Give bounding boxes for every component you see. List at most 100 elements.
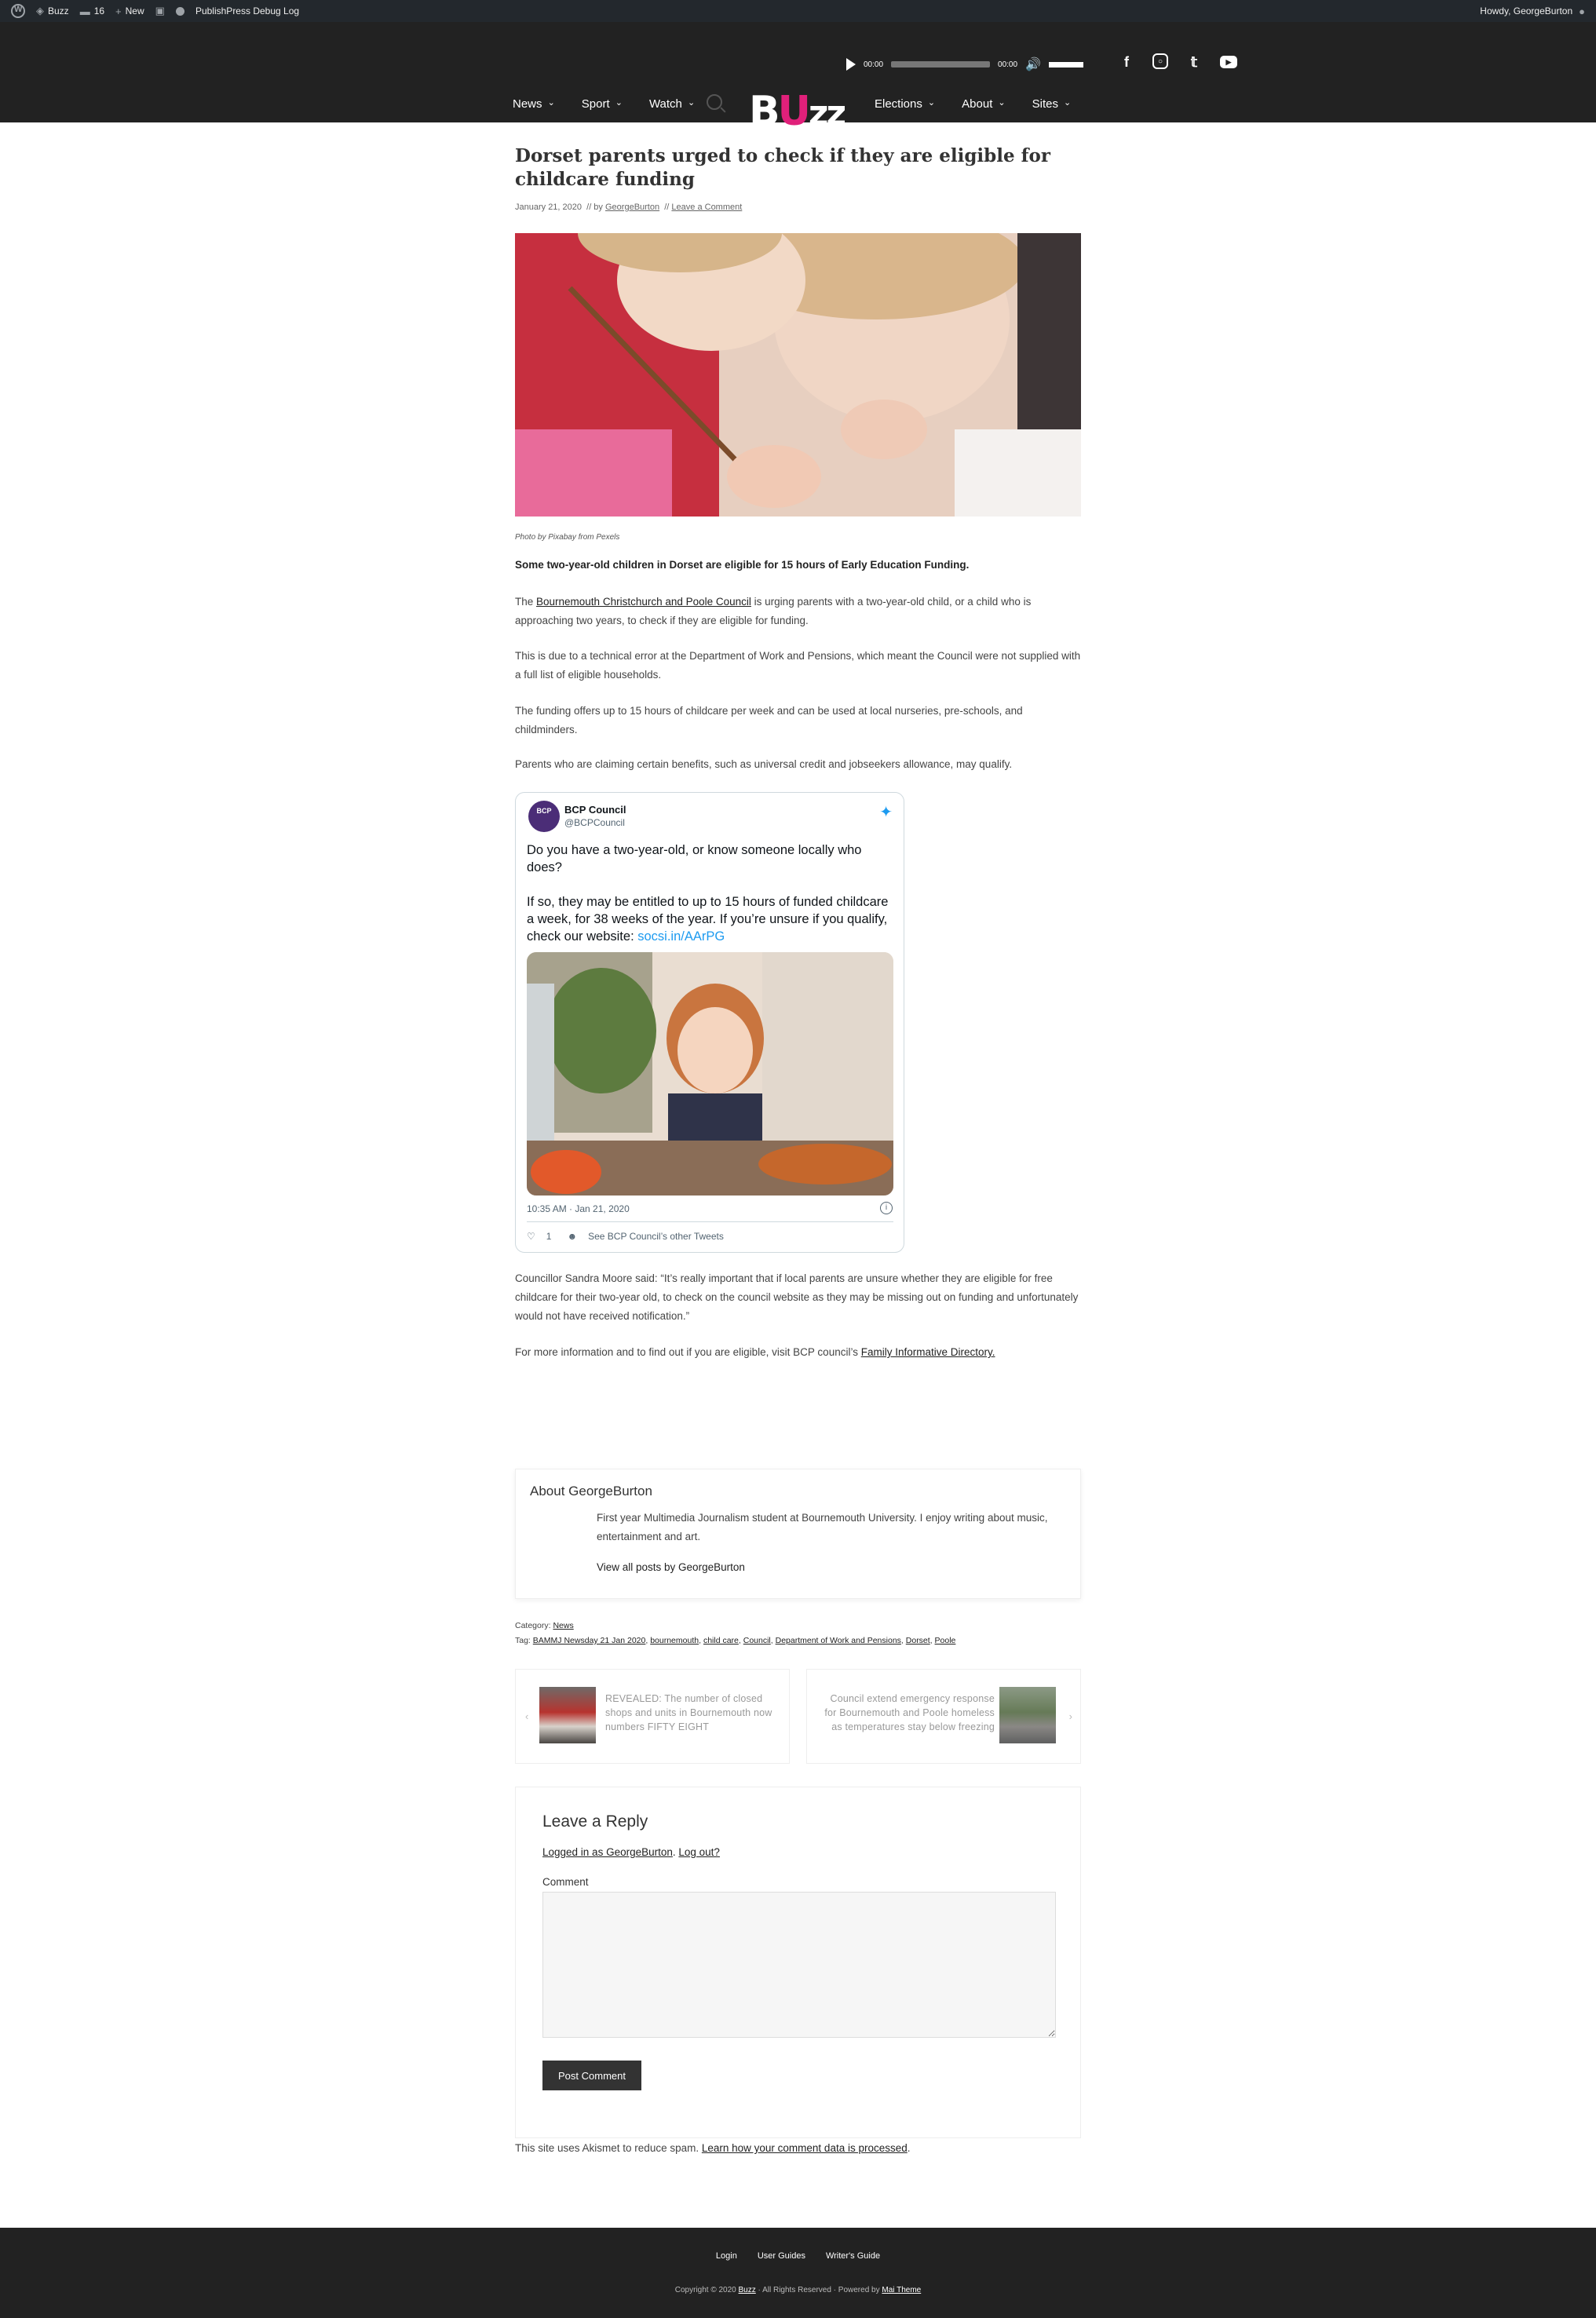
post-category: Category: News [515,1621,574,1630]
tag-link[interactable]: Department of Work and Pensions [776,1636,901,1645]
nav-item-news[interactable]: News [513,97,555,111]
site-footer: Login User Guides Writer's Guide Copyrig… [0,2228,1596,2318]
player-duration: 00:00 [998,60,1018,69]
tweet-link[interactable]: socsi.in/AArPG [637,929,725,944]
previous-post-thumbnail[interactable] [539,1687,596,1743]
chevron-right-icon: › [1068,1710,1072,1722]
next-post-thumbnail[interactable] [999,1687,1056,1743]
social-links: f ○ 𝕥 ▶ [1118,53,1237,71]
article-meta: January 21, 2020 // by GeorgeBurton // L… [515,203,1081,212]
twitter-icon[interactable]: 𝕥 [1185,53,1203,71]
author-box-title: About GeorgeBurton [530,1484,652,1498]
article-title: Dorset parents urged to check if they ar… [515,145,1050,190]
facebook-icon[interactable]: f [1118,53,1135,71]
leave-comment-link[interactable]: Leave a Comment [671,203,742,212]
footer-link-login[interactable]: Login [716,2251,737,2261]
nav-item-sites[interactable]: Sites [1032,97,1072,111]
tag-link[interactable]: bournemouth [650,1636,699,1645]
admin-new-link[interactable]: + New [115,5,144,17]
plus-icon: + [115,5,122,17]
post-comment-button[interactable]: Post Comment [542,2061,641,2090]
tweet-avatar[interactable]: BCP [528,801,560,832]
see-other-tweets-link[interactable]: See BCP Council’s other Tweets [588,1231,724,1242]
article-paragraph: The funding offers up to 15 hours of chi… [515,705,1023,736]
reply-title: Leave a Reply [542,1812,648,1831]
post-tags: Tag: BAMMJ Newsday 21 Jan 2020, bournemo… [515,1636,956,1645]
family-directory-link[interactable]: Family Informative Directory. [861,1346,995,1358]
nav-item-about[interactable]: About [962,97,1005,111]
logout-link[interactable]: Log out? [678,1846,720,1858]
post-date: January 21, 2020 [515,203,583,212]
instagram-icon[interactable]: ○ [1152,53,1168,69]
nav-item-sport[interactable]: Sport [582,97,623,111]
footer-link-writers-guide[interactable]: Writer's Guide [826,2251,880,2261]
footer-copyright: Copyright © 2020 Buzz · All Rights Reser… [674,2286,922,2294]
admin-account-menu[interactable]: Howdy, GeorgeBurton ● [1480,0,1585,22]
tweet-author-handle[interactable]: @BCPCouncil [564,817,625,828]
player-current-time: 00:00 [864,60,884,69]
category-link[interactable]: News [553,1621,573,1630]
article-paragraph: This is due to a technical error at the … [515,650,1081,681]
next-post-title[interactable]: Council extend emergency response for Bo… [818,1692,995,1734]
tweet-image[interactable] [527,952,893,1196]
logged-in-as-link[interactable]: Logged in as GeorgeBurton [542,1846,673,1858]
site-header: 00:00 00:00 🔊 f ○ 𝕥 ▶ News Sport Watch B… [0,22,1596,135]
article-paragraph: For more information and to find out if … [515,1346,995,1358]
tag-link[interactable]: BAMMJ Newsday 21 Jan 2020 [533,1636,646,1645]
article-lead: Some two-year-old children in Dorset are… [515,559,970,571]
article-paragraph: The Bournemouth Christchurch and Poole C… [515,596,1032,626]
author-link[interactable]: GeorgeBurton [605,203,659,212]
info-icon[interactable]: i [880,1202,893,1214]
previous-post-link[interactable]: ‹ REVEALED: The number of closed shops a… [515,1669,790,1764]
tweet-divider [527,1221,893,1222]
author-box: About GeorgeBurton First year Multimedia… [515,1469,1081,1599]
byline-prefix: // by [586,203,603,212]
like-count[interactable]: 1 [546,1231,552,1242]
wordpress-logo-icon[interactable] [11,4,25,18]
play-icon[interactable] [846,58,856,71]
site-logo[interactable]: BUzz [749,88,846,137]
footer-theme-link[interactable]: Mai Theme [882,2286,921,2294]
volume-icon[interactable]: 🔊 [1025,57,1041,72]
previous-post-title[interactable]: REVEALED: The number of closed shops and… [605,1692,774,1734]
tag-link[interactable]: Dorset [906,1636,930,1645]
comment-data-link[interactable]: Learn how your comment data is processed [702,2142,908,2154]
volume-slider[interactable] [1048,61,1083,68]
admin-bar: ◈ Buzz ▬ 16 + New ▣ PublishPress Debug L… [0,0,1596,22]
youtube-icon[interactable]: ▶ [1220,56,1237,68]
tag-link[interactable]: Council [743,1636,771,1645]
yoast-seo-icon[interactable]: ▣ [155,5,165,17]
comment-bubble-icon: ▬ [79,5,90,17]
main-nav-right: Elections About Sites [875,97,1071,111]
author-bio: First year Multimedia Journalism student… [597,1512,1048,1542]
player-progress-track[interactable] [891,61,991,68]
logged-in-notice: Logged in as GeorgeBurton. Log out? [542,1846,720,1858]
debug-log-link[interactable]: PublishPress Debug Log [195,5,299,16]
chevron-left-icon: ‹ [525,1710,529,1722]
tweet-timestamp[interactable]: 10:35 AM · Jan 21, 2020 [527,1203,630,1214]
comment-label: Comment [542,1876,589,1888]
akismet-notice: This site uses Akismet to reduce spam. L… [515,2142,911,2154]
embedded-tweet[interactable]: BCP BCP Council @BCPCouncil ✦ Do you hav… [515,792,904,1253]
like-heart-icon[interactable]: ♡ [527,1231,535,1242]
bcp-council-link[interactable]: Bournemouth Christchurch and Poole Counc… [536,596,751,608]
view-all-posts-link[interactable]: View all posts by GeorgeBurton [597,1561,745,1573]
search-icon[interactable] [707,94,722,110]
tag-link[interactable]: child care [703,1636,739,1645]
nav-item-watch[interactable]: Watch [649,97,695,111]
next-post-link[interactable]: Council extend emergency response for Bo… [806,1669,1081,1764]
comment-textarea[interactable] [542,1892,1056,2038]
tag-link[interactable]: Poole [935,1636,956,1645]
audio-player: 00:00 00:00 🔊 [846,53,1083,75]
admin-site-link[interactable]: ◈ Buzz [36,5,69,17]
dashboard-icon: ◈ [36,5,44,16]
twitter-bird-icon[interactable]: ✦ [879,802,893,822]
footer-link-user-guides[interactable]: User Guides [758,2251,805,2261]
tweet-text: Do you have a two-year-old, or know some… [527,843,889,944]
admin-comments-link[interactable]: ▬ 16 [80,5,104,17]
footer-site-link[interactable]: Buzz [739,2286,756,2294]
tweet-author-name[interactable]: BCP Council [564,804,626,816]
nav-item-elections[interactable]: Elections [875,97,935,111]
status-dot-icon[interactable] [175,6,184,16]
featured-image [515,233,1081,517]
